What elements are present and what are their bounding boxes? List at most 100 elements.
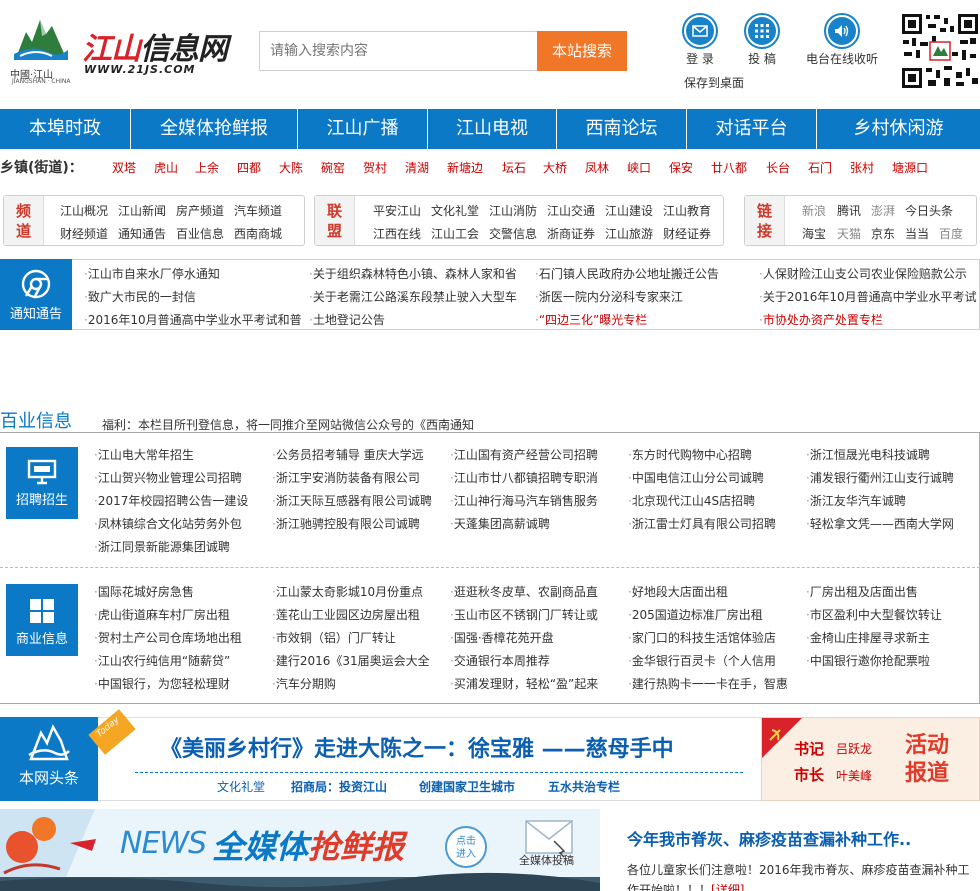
- list-item[interactable]: ·好地段大店面出租: [628, 583, 800, 600]
- town-link[interactable]: 虎山: [154, 159, 178, 176]
- list-item[interactable]: ·家门口的科技生活馆体验店: [628, 629, 800, 646]
- baiye-title[interactable]: 百业信息: [0, 407, 72, 433]
- notice-item[interactable]: ·关于组织森林特色小镇、森林人家和省: [309, 265, 522, 282]
- list-item[interactable]: ·中国银行，为您轻松理财: [94, 675, 266, 692]
- list-item[interactable]: ·浙江宇安消防装备有限公司: [272, 469, 444, 486]
- notice-item-highlight[interactable]: ·“四边三化”曝光专栏: [535, 311, 755, 328]
- channel-link[interactable]: 财经证券: [663, 225, 711, 242]
- list-item[interactable]: ·市效铜（铝）门厂转让: [272, 629, 444, 646]
- list-item[interactable]: ·交通银行本周推荐: [450, 652, 622, 669]
- headline-sub-link[interactable]: 招商局：投资江山: [291, 778, 387, 795]
- list-item[interactable]: ·江山农行纯信用“随薪贷”: [94, 652, 266, 669]
- enter-button[interactable]: 点击 进入: [445, 826, 487, 868]
- channel-link[interactable]: 汽车频道: [234, 202, 282, 219]
- channel-link[interactable]: 江西在线: [373, 225, 421, 242]
- list-item[interactable]: ·厂房出租及店面出售: [806, 583, 978, 600]
- save-desktop-link[interactable]: 保存到桌面: [676, 74, 752, 91]
- notice-item[interactable]: ·2016年10月普通高中学业水平考试和普: [84, 311, 302, 328]
- list-item[interactable]: ·中国银行邀你抢配票啦: [806, 652, 978, 669]
- notice-item-highlight[interactable]: ·市协处办资产处置专栏: [759, 311, 980, 328]
- channel-link[interactable]: 京东: [871, 225, 895, 242]
- list-item[interactable]: ·逛逛秋冬皮草、农副商品直: [450, 583, 622, 600]
- channel-link[interactable]: 通知通告: [118, 225, 166, 242]
- channel-link[interactable]: 当当: [905, 225, 929, 242]
- town-link[interactable]: 石门: [808, 159, 832, 176]
- channel-link[interactable]: 今日头条: [905, 202, 953, 219]
- channel-link[interactable]: 百业信息: [176, 225, 224, 242]
- town-link[interactable]: 塘源口: [892, 159, 928, 176]
- channel-link[interactable]: 财经频道: [60, 225, 108, 242]
- town-link[interactable]: 贺村: [363, 159, 387, 176]
- list-item[interactable]: ·江山贺兴物业管理公司招聘: [94, 469, 266, 486]
- list-item[interactable]: ·江山蒙太奇影城10月份重点: [272, 583, 444, 600]
- town-link[interactable]: 坛石: [502, 159, 526, 176]
- notice-item[interactable]: ·关于老需江公路溪东段禁止驶入大型车: [309, 288, 522, 305]
- channel-link[interactable]: 江山新闻: [118, 202, 166, 219]
- submit-button[interactable]: [744, 13, 780, 49]
- biz-tile[interactable]: 商业信息: [6, 584, 78, 656]
- channel-link[interactable]: 天猫: [837, 225, 861, 242]
- list-item[interactable]: ·市区盈利中大型餐饮转让: [806, 606, 978, 623]
- channel-link[interactable]: 房产频道: [176, 202, 224, 219]
- list-item[interactable]: ·凤林镇综合文化站劳务外包: [94, 515, 266, 532]
- list-item[interactable]: ·建行热购卡一一卡在手，智惠: [628, 675, 800, 692]
- headline-sub-link[interactable]: 五水共治专栏: [548, 778, 620, 795]
- channel-link[interactable]: 西南商城: [234, 225, 282, 242]
- radio-label[interactable]: 电台在线收听: [800, 50, 884, 67]
- list-item[interactable]: ·205国道边标准厂房出租: [628, 606, 800, 623]
- channel-link[interactable]: 江山旅游: [605, 225, 653, 242]
- list-item[interactable]: ·国际花城好房急售: [94, 583, 266, 600]
- list-item[interactable]: ·东方时代购物中心招聘: [628, 446, 800, 463]
- list-item[interactable]: ·玉山市区不锈钢门厂转让或: [450, 606, 622, 623]
- recruit-tile[interactable]: 招聘招生: [6, 447, 78, 519]
- town-link[interactable]: 长台: [766, 159, 790, 176]
- nav-item-duihua[interactable]: 对话平台: [687, 109, 817, 149]
- channel-link[interactable]: 新浪: [802, 202, 826, 219]
- channel-link[interactable]: 江山交通: [547, 202, 595, 219]
- town-link[interactable]: 清湖: [405, 159, 429, 176]
- list-item[interactable]: ·虎山街道麻车村厂房出租: [94, 606, 266, 623]
- notice-item[interactable]: ·致广大市民的一封信: [84, 288, 306, 305]
- list-item[interactable]: ·浙江同景新能源集团诚聘: [94, 538, 266, 555]
- channel-link[interactable]: 浙商证券: [547, 225, 595, 242]
- list-item[interactable]: ·江山电大常年招生: [94, 446, 266, 463]
- list-item[interactable]: ·浙江恒晟光电科技诚聘: [806, 446, 978, 463]
- channel-link[interactable]: 平安江山: [373, 202, 421, 219]
- list-item[interactable]: ·贺村土产公司仓库场地出租: [94, 629, 266, 646]
- notice-item[interactable]: ·人保财险江山支公司农业保险赔款公示: [759, 265, 980, 282]
- town-link[interactable]: 保安: [669, 159, 693, 176]
- site-title[interactable]: 江山信息网: [82, 24, 228, 68]
- list-item[interactable]: ·江山国有资产经营公司招聘: [450, 446, 622, 463]
- channel-link[interactable]: 江山消防: [489, 202, 537, 219]
- list-item[interactable]: ·公务员招考辅导 重庆大学远: [272, 446, 444, 463]
- nav-item-xiangcun[interactable]: 乡村休闲游: [817, 109, 980, 149]
- headline-sub-link[interactable]: 文化礼堂: [217, 778, 265, 795]
- list-item[interactable]: ·国强·香樟花苑开盘: [450, 629, 622, 646]
- channel-link[interactable]: 海宝: [802, 225, 826, 242]
- list-item[interactable]: ·汽车分期购: [272, 675, 444, 692]
- notice-item[interactable]: ·石门镇人民政府办公地址搬迁公告: [535, 265, 755, 282]
- headline-sub-link[interactable]: 创建国家卫生城市: [419, 778, 515, 795]
- town-link[interactable]: 四都: [237, 159, 261, 176]
- channel-link[interactable]: 文化礼堂: [431, 202, 479, 219]
- notice-label-tile[interactable]: 通知通告: [0, 259, 72, 330]
- list-item[interactable]: ·浦发银行衢州江山支行诚聘: [806, 469, 978, 486]
- list-item[interactable]: ·2017年校园招聘公告一建设: [94, 492, 266, 509]
- jiangshan-logo-icon[interactable]: [12, 14, 70, 64]
- headline-title[interactable]: 《美丽乡村行》走进大陈之一：徐宝雅 ——慈母手中: [160, 731, 674, 763]
- nav-item-luntan[interactable]: 西南论坛: [557, 109, 687, 149]
- town-link[interactable]: 双塔: [112, 159, 136, 176]
- list-item[interactable]: ·江山神行海马汽车销售服务: [450, 492, 622, 509]
- list-item[interactable]: ·浙江雷士灯具有限公司招聘: [628, 515, 800, 532]
- town-link[interactable]: 碗窑: [321, 159, 345, 176]
- town-link[interactable]: 凤林: [585, 159, 609, 176]
- town-link[interactable]: 大桥: [543, 159, 567, 176]
- nav-item-guangbo[interactable]: 江山广播: [298, 109, 428, 149]
- login-button[interactable]: [682, 13, 718, 49]
- channel-link[interactable]: 江山建设: [605, 202, 653, 219]
- list-item[interactable]: ·浙江天际互感器有限公司诚聘: [272, 492, 444, 509]
- channel-link[interactable]: 百度: [939, 225, 963, 242]
- list-item[interactable]: ·天蓬集团高薪诚聘: [450, 515, 622, 532]
- town-link[interactable]: 峡口: [627, 159, 651, 176]
- notice-item[interactable]: ·浙医一院内分泌科专家来江: [535, 288, 755, 305]
